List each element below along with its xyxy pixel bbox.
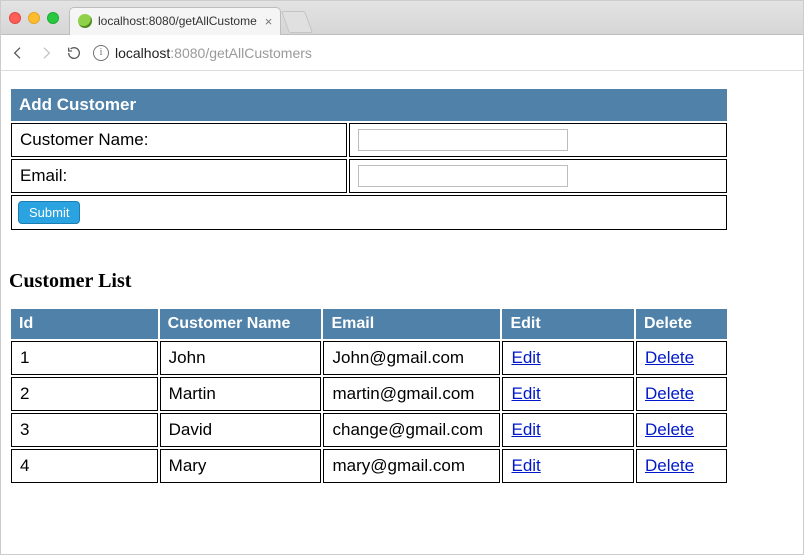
cell-delete: Delete bbox=[636, 413, 727, 447]
url-host: localhost bbox=[115, 45, 170, 61]
table-row: 2Martinmartin@gmail.com Edit Delete bbox=[11, 377, 727, 411]
table-row: 4Marymary@gmail.com Edit Delete bbox=[11, 449, 727, 483]
cell-delete: Delete bbox=[636, 449, 727, 483]
browser-tab[interactable]: localhost:8080/getAllCustome × bbox=[69, 7, 281, 35]
customer-name-label: Customer Name: bbox=[11, 123, 347, 157]
customer-name-cell bbox=[349, 123, 727, 157]
window-close-button[interactable] bbox=[9, 12, 21, 24]
browser-window: localhost:8080/getAllCustome × i localho… bbox=[0, 0, 804, 555]
cell-email: mary@gmail.com bbox=[323, 449, 500, 483]
cell-name: Martin bbox=[160, 377, 322, 411]
form-header: Add Customer bbox=[11, 89, 727, 121]
cell-name: David bbox=[160, 413, 322, 447]
cell-delete: Delete bbox=[636, 377, 727, 411]
cell-delete: Delete bbox=[636, 341, 727, 375]
cell-id: 3 bbox=[11, 413, 158, 447]
submit-row: Submit bbox=[11, 195, 727, 230]
cell-name: John bbox=[160, 341, 322, 375]
email-cell bbox=[349, 159, 727, 193]
table-header-row: Id Customer Name Email Edit Delete bbox=[11, 309, 727, 339]
url-path: /getAllCustomers bbox=[205, 45, 312, 61]
customer-name-input[interactable] bbox=[358, 129, 568, 151]
table-row: 1JohnJohn@gmail.com Edit Delete bbox=[11, 341, 727, 375]
col-header-edit: Edit bbox=[502, 309, 633, 339]
page-content: Add Customer Customer Name: Email: Submi… bbox=[1, 71, 803, 485]
add-customer-form: Add Customer Customer Name: Email: Submi… bbox=[9, 87, 729, 232]
window-maximize-button[interactable] bbox=[47, 12, 59, 24]
cell-edit: Edit bbox=[502, 377, 633, 411]
cell-edit: Edit bbox=[502, 449, 633, 483]
delete-link[interactable]: Delete bbox=[645, 384, 694, 403]
window-controls bbox=[9, 12, 59, 24]
reload-button[interactable] bbox=[65, 44, 83, 62]
cell-id: 2 bbox=[11, 377, 158, 411]
favicon-icon bbox=[78, 14, 92, 28]
delete-link[interactable]: Delete bbox=[645, 456, 694, 475]
cell-id: 1 bbox=[11, 341, 158, 375]
cell-email: change@gmail.com bbox=[323, 413, 500, 447]
url-port: :8080 bbox=[170, 45, 205, 61]
cell-edit: Edit bbox=[502, 413, 633, 447]
table-row: 3Davidchange@gmail.com Edit Delete bbox=[11, 413, 727, 447]
site-info-icon[interactable]: i bbox=[93, 45, 109, 61]
delete-link[interactable]: Delete bbox=[645, 348, 694, 367]
cell-email: martin@gmail.com bbox=[323, 377, 500, 411]
email-label: Email: bbox=[11, 159, 347, 193]
cell-edit: Edit bbox=[502, 341, 633, 375]
tab-title: localhost:8080/getAllCustome bbox=[98, 14, 257, 28]
col-header-id: Id bbox=[11, 309, 158, 339]
col-header-name: Customer Name bbox=[160, 309, 322, 339]
edit-link[interactable]: Edit bbox=[511, 348, 540, 367]
new-tab-button[interactable] bbox=[281, 11, 313, 33]
window-minimize-button[interactable] bbox=[28, 12, 40, 24]
customer-list-title: Customer List bbox=[9, 270, 795, 293]
browser-toolbar: i localhost:8080/getAllCustomers bbox=[1, 35, 803, 71]
cell-email: John@gmail.com bbox=[323, 341, 500, 375]
address-bar[interactable]: i localhost:8080/getAllCustomers bbox=[93, 45, 312, 61]
submit-button[interactable]: Submit bbox=[18, 201, 80, 224]
edit-link[interactable]: Edit bbox=[511, 384, 540, 403]
col-header-email: Email bbox=[323, 309, 500, 339]
cell-name: Mary bbox=[160, 449, 322, 483]
tab-close-icon[interactable]: × bbox=[265, 14, 273, 29]
email-input[interactable] bbox=[358, 165, 568, 187]
back-button[interactable] bbox=[9, 44, 27, 62]
edit-link[interactable]: Edit bbox=[511, 420, 540, 439]
delete-link[interactable]: Delete bbox=[645, 420, 694, 439]
col-header-delete: Delete bbox=[636, 309, 727, 339]
tab-bar: localhost:8080/getAllCustome × bbox=[1, 1, 803, 35]
forward-button[interactable] bbox=[37, 44, 55, 62]
edit-link[interactable]: Edit bbox=[511, 456, 540, 475]
customer-list-table: Id Customer Name Email Edit Delete 1John… bbox=[9, 307, 729, 485]
cell-id: 4 bbox=[11, 449, 158, 483]
